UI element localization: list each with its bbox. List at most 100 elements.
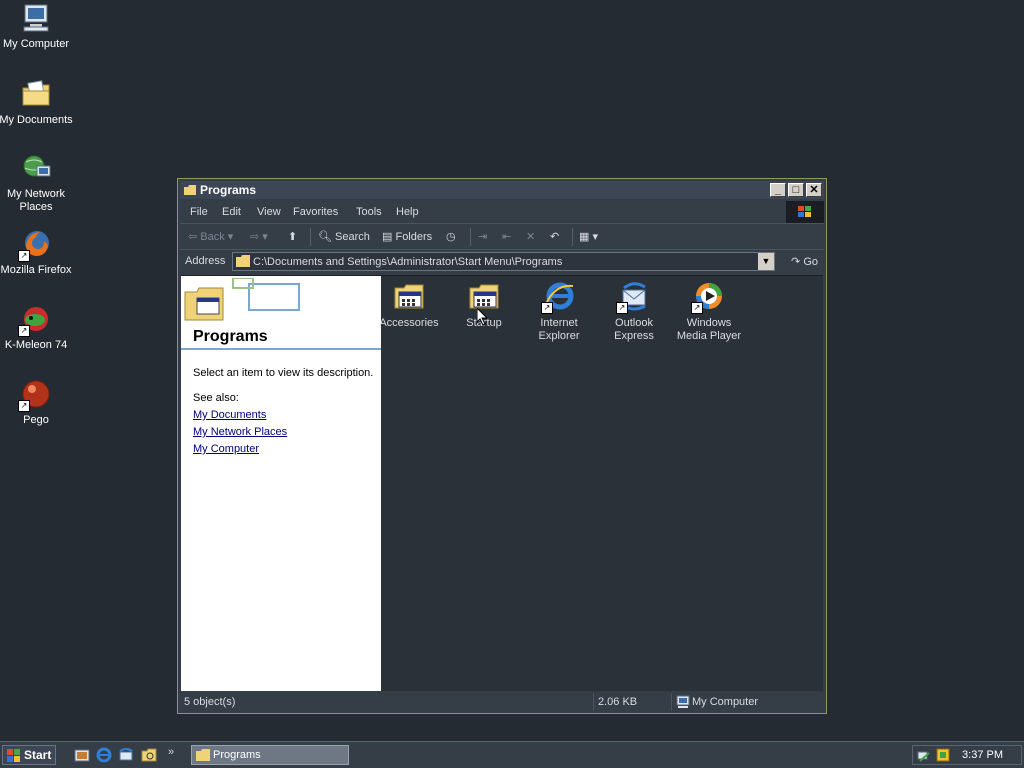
address-input[interactable]: C:\Documents and Settings\Administrator\… — [232, 252, 775, 271]
status-object-count: 5 object(s) — [184, 696, 236, 708]
close-button[interactable]: ✕ — [806, 183, 822, 197]
documents-folder-icon — [20, 78, 52, 110]
pane-title: Programs — [193, 328, 268, 345]
file-label: Outlook Express — [614, 317, 654, 342]
file-label: Internet Explorer — [538, 317, 580, 342]
folder-banner-icon — [183, 277, 303, 329]
outlook-express-icon: ↗ — [616, 280, 650, 314]
start-label: Start — [24, 748, 52, 762]
desktop-icon-label: My Network Places — [6, 188, 66, 213]
address-dropdown-button[interactable]: ▼ — [758, 253, 774, 270]
quicklaunch-outlook-express-icon[interactable] — [118, 747, 134, 763]
status-size: 2.06 KB — [593, 693, 671, 711]
explorer-window: Programs _ □ ✕ File Edit View Favorites … — [177, 178, 827, 714]
menu-bar: File Edit View Favorites Tools Help — [180, 201, 824, 224]
network-places-icon — [20, 152, 52, 184]
network-tray-icon[interactable] — [917, 747, 933, 766]
menu-view[interactable]: View — [257, 206, 281, 218]
menu-edit[interactable]: Edit — [222, 206, 241, 218]
title-bar[interactable]: Programs _ □ ✕ — [180, 181, 824, 199]
status-bar: 5 object(s) 2.06 KB My Computer — [180, 693, 824, 711]
menu-tools[interactable]: Tools — [356, 206, 382, 218]
history-icon: ◷ — [446, 231, 456, 243]
media-player-icon: ↗ — [691, 280, 725, 314]
pane-description: Select an item to view its description. — [193, 367, 374, 379]
file-item-windows-media-player[interactable]: ↗ Windows Media Player — [673, 280, 745, 343]
back-arrow-icon: ⇦ — [188, 231, 198, 243]
shortcut-arrow-icon: ↗ — [616, 302, 628, 314]
file-item-internet-explorer[interactable]: ↗ Internet Explorer — [523, 280, 595, 343]
views-icon: ▦ — [579, 231, 590, 243]
computer-icon — [676, 695, 690, 715]
menu-file[interactable]: File — [190, 206, 208, 218]
folders-icon: ▤ — [382, 231, 393, 243]
folder-icon — [196, 749, 210, 767]
desktop-icon-my-network-places[interactable]: My Network Places — [0, 152, 74, 214]
copy-to-button[interactable]: ⇤ — [502, 229, 511, 245]
desktop-icon-my-documents[interactable]: My Documents — [0, 78, 74, 127]
windows-logo-icon — [786, 201, 824, 223]
go-button[interactable]: ↷ Go — [791, 255, 818, 268]
address-bar: Address C:\Documents and Settings\Admini… — [180, 251, 824, 273]
folders-button[interactable]: ▤ Folders — [382, 229, 432, 245]
maximize-button[interactable]: □ — [788, 183, 804, 197]
taskbar-button-programs[interactable]: Programs — [191, 745, 349, 765]
program-folder-icon — [393, 280, 425, 312]
file-item-accessories[interactable]: Accessories — [373, 280, 445, 330]
windows-logo-icon — [7, 749, 21, 767]
search-icon: 🔍︎ — [318, 231, 332, 243]
minimize-button[interactable]: _ — [770, 183, 786, 197]
status-zone: My Computer — [671, 693, 824, 711]
desktop-icon-pego[interactable]: ↗ Pego — [0, 378, 74, 427]
up-folder-button[interactable]: ⬆ — [288, 229, 297, 245]
undo-button[interactable]: ↶ — [550, 229, 559, 245]
quicklaunch-more-icon[interactable]: » — [168, 746, 174, 758]
link-my-network-places[interactable]: My Network Places — [193, 426, 287, 438]
firefox-icon: ↗ — [18, 228, 52, 262]
volume-tray-icon[interactable] — [935, 747, 951, 766]
address-label: Address — [185, 255, 226, 267]
forward-arrow-icon: ⇨ — [250, 231, 260, 243]
shortcut-arrow-icon: ↗ — [18, 250, 30, 262]
menu-help[interactable]: Help — [396, 206, 419, 218]
history-button[interactable]: ◷ — [446, 229, 456, 245]
start-button[interactable]: Start — [2, 745, 56, 765]
desktop-icon-k-meleon[interactable]: ↗ K-Meleon 74 — [0, 303, 74, 352]
shortcut-arrow-icon: ↗ — [18, 325, 30, 337]
task-pane: Programs Select an item to view its desc… — [181, 276, 381, 691]
shortcut-arrow-icon: ↗ — [541, 302, 553, 314]
quicklaunch-show-desktop-icon[interactable] — [74, 747, 90, 763]
back-button[interactable]: ⇦ Back ▾ — [188, 229, 233, 245]
file-label: Windows Media Player — [676, 317, 742, 342]
desktop-icon-label: My Computer — [2, 38, 70, 50]
undo-icon: ↶ — [550, 231, 560, 243]
window-title: Programs — [200, 183, 257, 197]
search-button[interactable]: 🔍︎ Search — [318, 229, 370, 245]
menu-favorites[interactable]: Favorites — [293, 206, 338, 218]
link-my-documents[interactable]: My Documents — [193, 409, 266, 421]
move-to-button[interactable]: ⇥ — [478, 229, 487, 245]
desktop-icon-label: Mozilla Firefox — [0, 264, 72, 276]
content-area: Programs Select an item to view its desc… — [181, 275, 823, 691]
quicklaunch-internet-explorer-icon[interactable] — [96, 747, 112, 763]
delete-button[interactable]: ✕ — [526, 229, 535, 245]
file-list: Accessories Startup ↗ Internet Explorer … — [379, 276, 823, 691]
file-item-outlook-express[interactable]: ↗ Outlook Express — [598, 280, 670, 343]
standard-toolbar: ⇦ Back ▾ ⇨ ▾ ⬆ 🔍︎ Search ▤ Folders ◷ ⇥ ⇤… — [180, 225, 824, 250]
file-label: Accessories — [379, 317, 439, 329]
quicklaunch-explorer-icon[interactable] — [141, 747, 157, 763]
address-value: C:\Documents and Settings\Administrator\… — [253, 256, 563, 268]
up-folder-icon: ⬆ — [288, 231, 298, 243]
folder-icon — [184, 184, 196, 195]
go-arrow-icon: ↷ — [791, 256, 801, 268]
views-button[interactable]: ▦ ▾ — [579, 229, 598, 245]
forward-button[interactable]: ⇨ ▾ — [250, 229, 268, 245]
desktop-icon-my-computer[interactable]: My Computer — [0, 2, 74, 51]
desktop-icon-mozilla-firefox[interactable]: ↗ Mozilla Firefox — [0, 228, 74, 277]
system-tray: 3:37 PM — [912, 745, 1022, 765]
link-my-computer[interactable]: My Computer — [193, 443, 259, 455]
move-to-icon: ⇥ — [478, 231, 488, 243]
clock[interactable]: 3:37 PM — [962, 749, 1003, 761]
desktop-icon-label: Pego — [23, 414, 49, 426]
taskbar: Start » Programs 3:37 PM — [0, 741, 1024, 768]
